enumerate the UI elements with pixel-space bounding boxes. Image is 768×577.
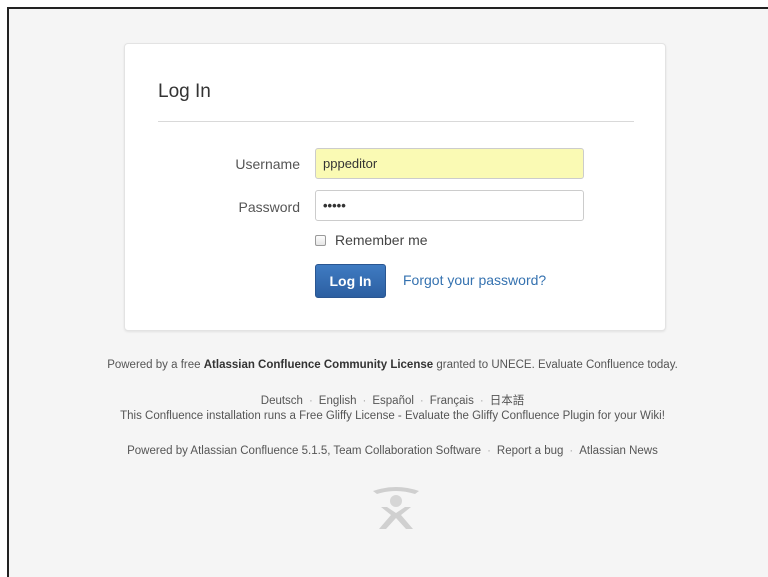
license-notice: Powered by a free Atlassian Confluence C…: [0, 359, 768, 371]
powered-by-line: Powered by Atlassian Confluence 5.1.5, T…: [127, 445, 658, 457]
password-label: Password: [238, 199, 300, 215]
report-bug-link[interactable]: Report a bug: [497, 445, 564, 457]
language-espanol[interactable]: Español: [372, 395, 414, 407]
license-prefix: Powered by a free: [107, 359, 201, 371]
username-label: Username: [235, 156, 300, 172]
atlassian-news-link[interactable]: Atlassian News: [579, 445, 658, 457]
license-suffix: granted to UNECE. Evaluate Confluence to…: [436, 359, 678, 371]
language-japanese[interactable]: 日本語: [490, 395, 525, 407]
title-divider: [158, 121, 634, 122]
remember-me-label[interactable]: Remember me: [335, 232, 428, 248]
license-name[interactable]: Atlassian Confluence Community License: [204, 359, 433, 371]
language-english[interactable]: English: [319, 395, 357, 407]
password-field[interactable]: •••••: [315, 190, 584, 221]
language-list: Deutsch · English · Español · Français · 日本語: [260, 395, 525, 407]
login-title: Log In: [158, 81, 211, 102]
checkbox-icon[interactable]: [315, 234, 326, 246]
password-value: •••••: [323, 198, 346, 213]
username-field[interactable]: pppeditor: [315, 148, 584, 179]
login-panel: Log In Username pppeditor Password •••••…: [124, 43, 666, 331]
language-francais[interactable]: Français: [430, 395, 474, 407]
forgot-password-link[interactable]: Forgot your password?: [403, 272, 546, 288]
gliffy-notice[interactable]: This Confluence installation runs a Free…: [0, 410, 768, 422]
powered-by-link[interactable]: Powered by Atlassian Confluence 5.1.5, T…: [127, 445, 481, 457]
username-value: pppeditor: [323, 156, 378, 171]
remember-me-row[interactable]: Remember me: [315, 232, 428, 248]
atlassian-logo-icon: [373, 487, 419, 529]
login-button[interactable]: Log In: [315, 264, 386, 298]
language-deutsch[interactable]: Deutsch: [261, 395, 303, 407]
